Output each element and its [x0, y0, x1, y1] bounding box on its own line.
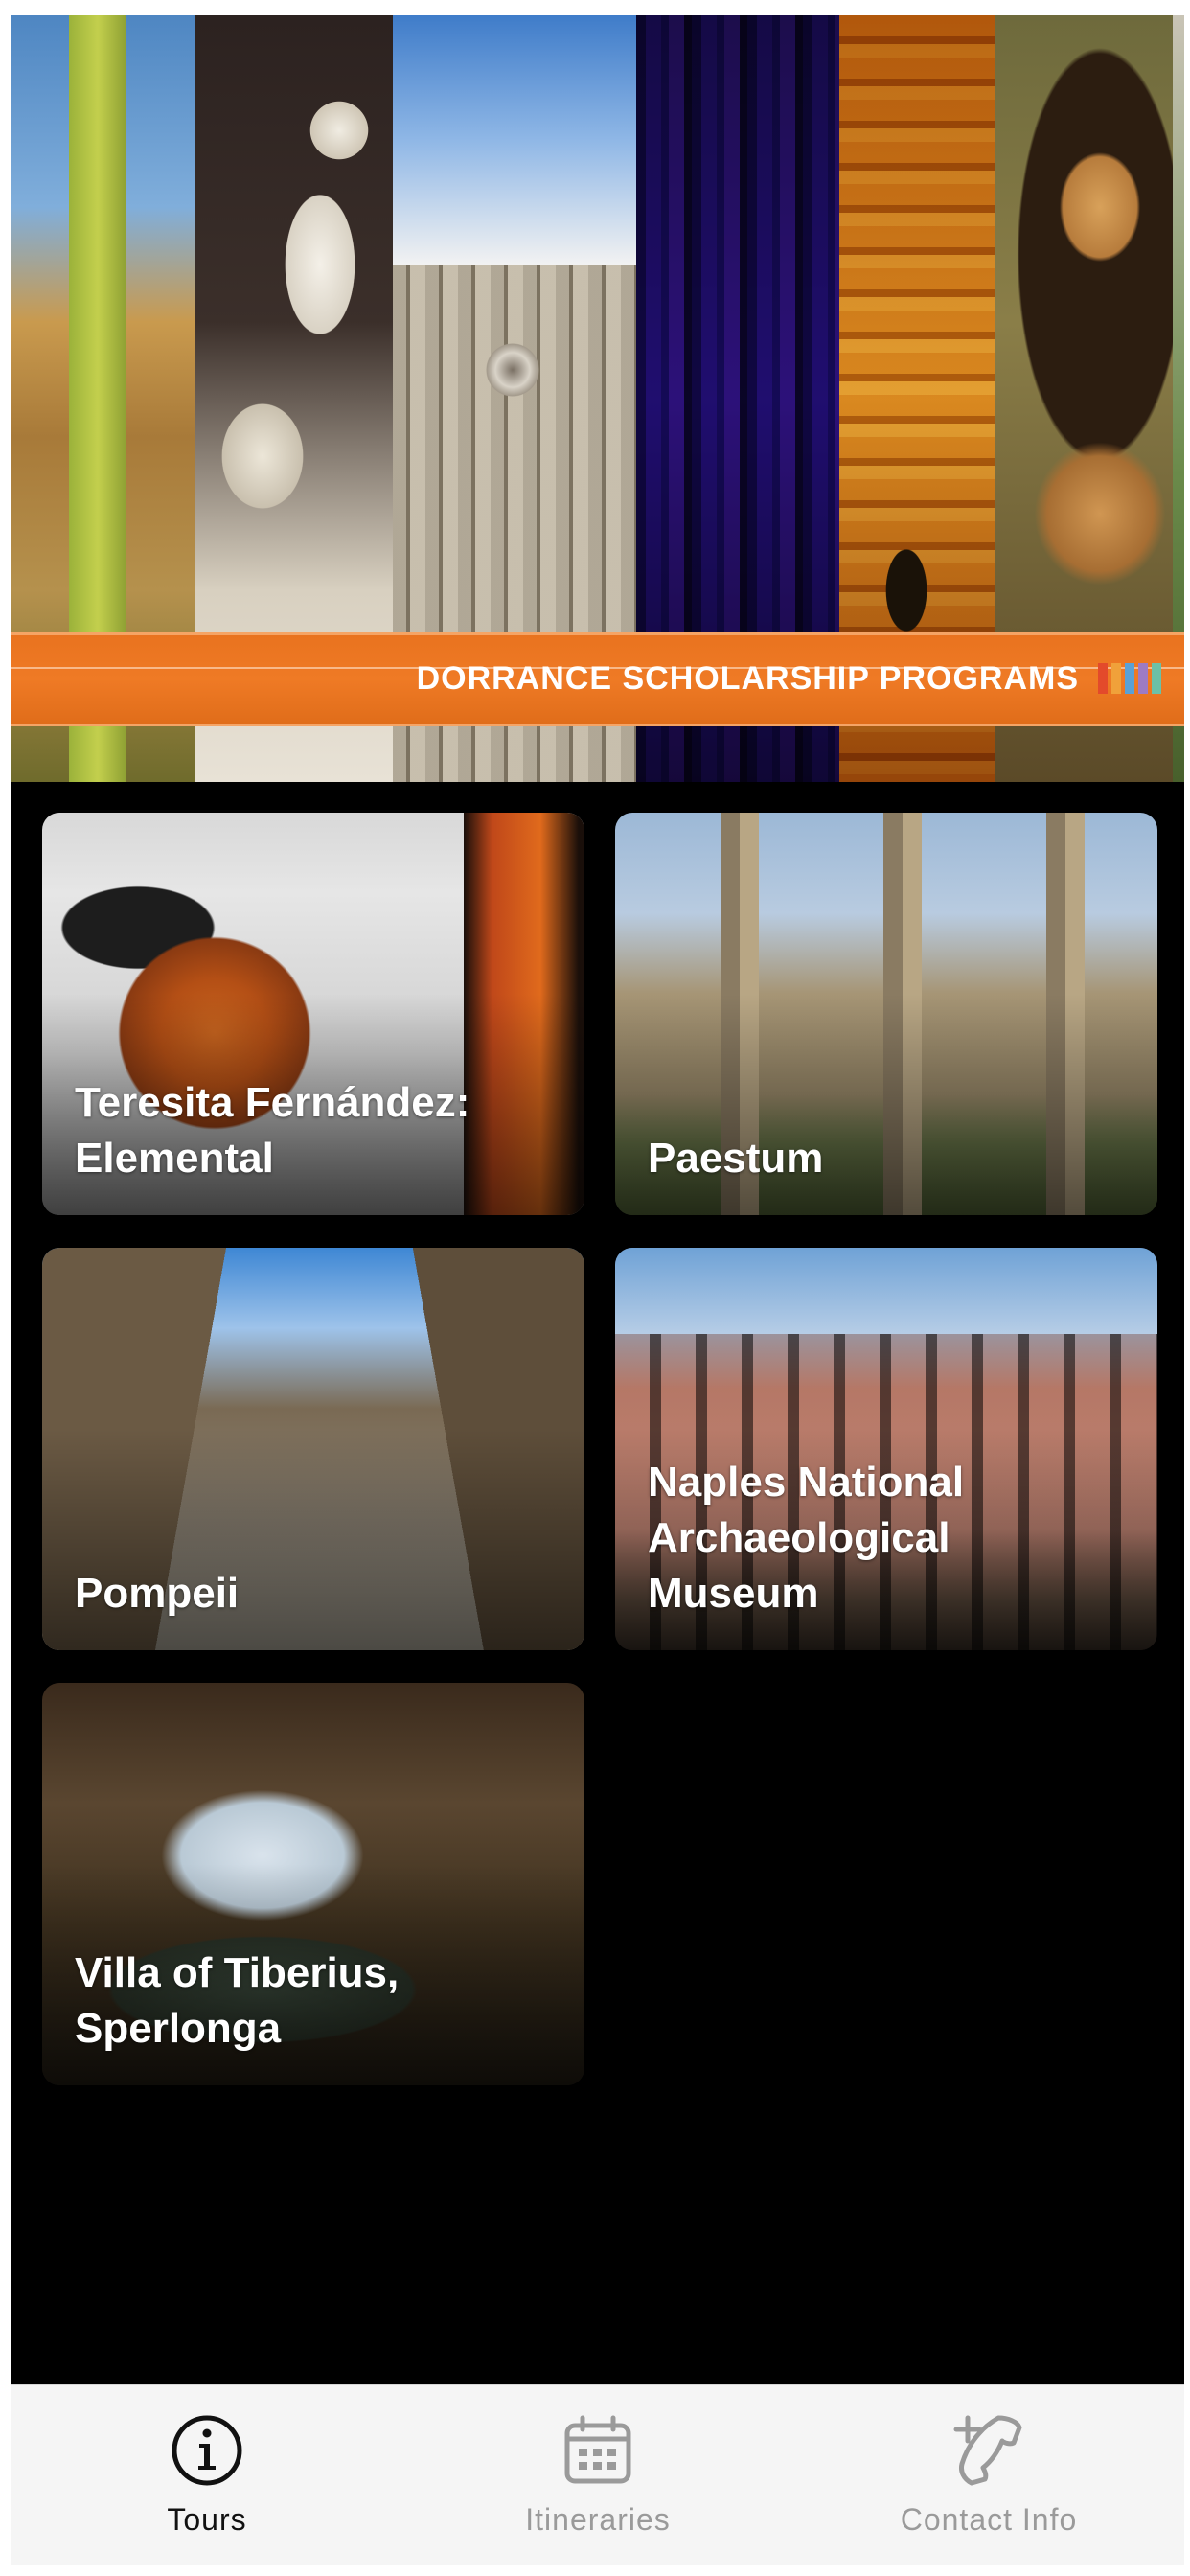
- tour-card-title: Villa of Tiberius, Sperlonga: [75, 1949, 400, 2052]
- tab-tours[interactable]: Tours: [11, 2385, 402, 2564]
- tour-card-title: Paestum: [648, 1135, 824, 1182]
- info-circle-icon: [172, 2415, 242, 2486]
- banner-title: DORRANCE SCHOLARSHIP PROGRAMS: [416, 660, 1079, 697]
- hero-banner: DORRANCE SCHOLARSHIP PROGRAMS: [11, 15, 1184, 782]
- calendar-icon: [564, 2415, 631, 2484]
- tour-card-title: Naples National Archaeological Museum: [648, 1459, 965, 1617]
- bottom-tab-bar: Tours Itineraries Contact Info: [11, 2384, 1184, 2564]
- tour-card-naples-museum[interactable]: Naples National Archaeological Museum: [615, 1248, 1157, 1650]
- tour-card-title: Pompeii: [75, 1570, 240, 1617]
- banner-image-cathedral-sky: [393, 15, 636, 264]
- tour-card-paestum[interactable]: Paestum: [615, 813, 1157, 1215]
- stripe-2: [1111, 663, 1121, 694]
- tab-itineraries[interactable]: Itineraries: [402, 2385, 793, 2564]
- app-screen: DORRANCE SCHOLARSHIP PROGRAMS Teresita F…: [11, 15, 1184, 2564]
- stripe-3: [1125, 663, 1134, 694]
- tab-contact-info[interactable]: Contact Info: [793, 2385, 1184, 2564]
- stripe-5: [1152, 663, 1161, 694]
- tab-label: Itineraries: [525, 2502, 671, 2537]
- banner-color-stripes: [1098, 663, 1179, 694]
- tab-label: Contact Info: [900, 2502, 1078, 2537]
- tour-card-title: Teresita Fernández: Elemental: [75, 1079, 470, 1182]
- tour-card-teresita-fernandez[interactable]: Teresita Fernández: Elemental: [42, 813, 584, 1215]
- add-phone-icon: [953, 2415, 1022, 2486]
- tab-label: Tours: [167, 2502, 247, 2537]
- stripe-4: [1138, 663, 1148, 694]
- tour-card-villa-tiberius[interactable]: Villa of Tiberius, Sperlonga: [42, 1683, 584, 2085]
- tour-card-pompeii[interactable]: Pompeii: [42, 1248, 584, 1650]
- stripe-1: [1098, 663, 1108, 694]
